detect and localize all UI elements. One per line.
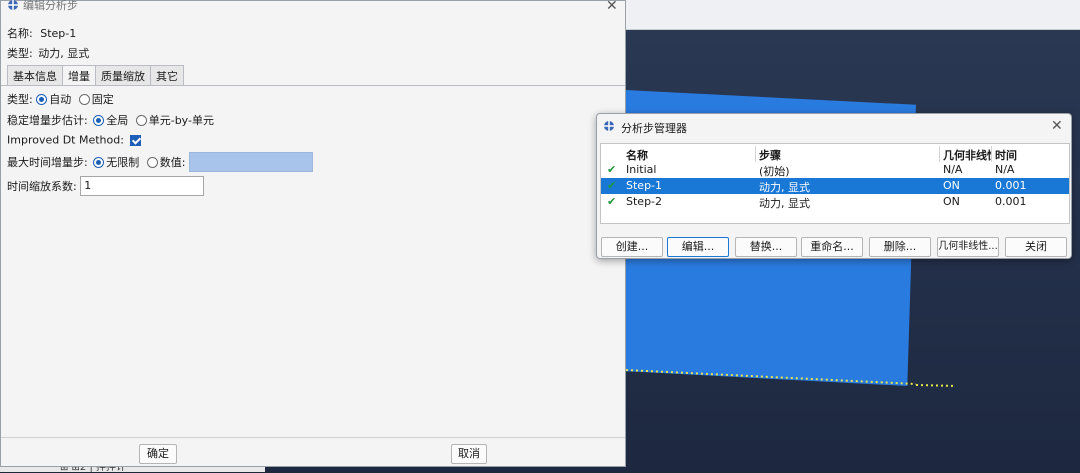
- viewport-toolbar-strip: [626, 0, 1080, 30]
- radio-fixed-label[interactable]: 固定: [92, 93, 114, 106]
- create-button[interactable]: 创建...: [601, 237, 663, 257]
- row-nlgeom: N/A: [943, 163, 963, 176]
- step-manager-dialog: 分析步管理器 ✕ 名称 步骤 几何非线性 时间 ✔ Initial (初始) N…: [596, 113, 1072, 259]
- col-procedure-header: 步骤: [759, 149, 781, 162]
- check-icon: ✔: [607, 195, 617, 208]
- row-procedure: 动力, 显式: [759, 181, 810, 194]
- edit-button[interactable]: 编辑...: [667, 237, 729, 257]
- tab-increment[interactable]: 增量: [62, 65, 96, 86]
- time-scale-input[interactable]: 1: [80, 176, 205, 196]
- edit-dialog-titlebar[interactable]: 编辑分析步 ✕: [1, 0, 625, 13]
- row-name: Step-2: [626, 195, 663, 208]
- replace-button[interactable]: 替换...: [735, 237, 797, 257]
- row-procedure: (初始): [759, 165, 790, 178]
- tab-basic[interactable]: 基本信息: [7, 65, 63, 85]
- close-icon[interactable]: ✕: [606, 0, 618, 13]
- row-procedure: 动力, 显式: [759, 197, 810, 210]
- manager-close-icon[interactable]: ✕: [1051, 119, 1063, 133]
- app-icon: [8, 0, 18, 10]
- table-row[interactable]: ✔ Initial (初始) N/A N/A: [601, 162, 1069, 178]
- radio-unlimited[interactable]: [93, 156, 105, 168]
- col-time-header: 时间: [995, 149, 1017, 162]
- check-icon: ✔: [607, 179, 617, 192]
- name-value: Step-1: [40, 26, 77, 40]
- time-scale-label: 时间缩放系数:: [7, 180, 77, 193]
- close-button[interactable]: 关闭: [1005, 237, 1067, 257]
- name-label: 名称:: [7, 27, 33, 40]
- table-row[interactable]: ✔ Step-2 动力, 显式 ON 0.001: [601, 194, 1069, 210]
- ok-button[interactable]: 确定: [139, 444, 177, 464]
- rename-button[interactable]: 重命名...: [801, 237, 863, 257]
- radio-fixed[interactable]: [78, 93, 90, 105]
- max-increment-label: 最大时间增量步:: [7, 156, 88, 169]
- table-row[interactable]: ✔ Step-1 动力, 显式 ON 0.001: [601, 178, 1069, 194]
- improved-dt-checkbox[interactable]: [130, 134, 142, 146]
- tab-other[interactable]: 其它: [150, 65, 184, 85]
- row-nlgeom: ON: [943, 195, 960, 208]
- step-type-label: 类型:: [7, 47, 33, 60]
- col-name-header: 名称: [626, 149, 648, 162]
- row-time: N/A: [995, 163, 1015, 176]
- step-table: 名称 步骤 几何非线性 时间 ✔ Initial (初始) N/A N/A ✔ …: [600, 143, 1070, 224]
- nlgeom-button[interactable]: 几何非线性...: [937, 237, 999, 257]
- table-header: 名称 步骤 几何非线性 时间: [601, 146, 1069, 162]
- edit-step-dialog: 编辑分析步 ✕ 名称: Step-1 类型: 动力, 显式 基本信息 增量 质量…: [0, 0, 626, 467]
- radio-auto-label[interactable]: 自动: [49, 93, 71, 106]
- row-nlgeom: ON: [943, 179, 960, 192]
- radio-element-label[interactable]: 单元-by-单元: [149, 114, 214, 127]
- radio-value-label[interactable]: 数值:: [160, 156, 186, 169]
- boundary-marker-dots: [626, 369, 956, 387]
- stable-estimate-label: 稳定增量步估计:: [7, 114, 88, 127]
- row-time: 0.001: [995, 179, 1027, 192]
- edit-dialog-title: 编辑分析步: [23, 0, 78, 12]
- edit-dialog-footer: 确定 取消: [1, 437, 625, 467]
- radio-unlimited-label[interactable]: 无限制: [106, 156, 139, 169]
- radio-global-label[interactable]: 全局: [106, 114, 128, 127]
- tab-divider: [1, 85, 625, 86]
- step-type-value: 动力, 显式: [38, 47, 90, 60]
- app-icon: [604, 121, 614, 131]
- radio-global[interactable]: [93, 114, 105, 126]
- improved-dt-label: Improved Dt Method:: [7, 133, 124, 147]
- row-time: 0.001: [995, 195, 1027, 208]
- row-name: Initial: [626, 163, 657, 176]
- radio-auto[interactable]: [36, 93, 48, 105]
- check-icon: ✔: [607, 163, 617, 176]
- radio-element-by-element[interactable]: [135, 114, 147, 126]
- manager-dialog-title: 分析步管理器: [621, 122, 687, 135]
- delete-button[interactable]: 删除...: [869, 237, 931, 257]
- increment-type-label: 类型:: [7, 93, 33, 106]
- row-name: Step-1: [626, 179, 663, 192]
- step-tabs: 基本信息 增量 质量缩放 其它: [7, 65, 184, 86]
- col-nlgeom-header: 几何非线性: [943, 149, 991, 162]
- radio-value[interactable]: [146, 156, 158, 168]
- tab-mass-scaling[interactable]: 质量缩放: [95, 65, 151, 85]
- cancel-button[interactable]: 取消: [451, 444, 487, 464]
- max-increment-value-input[interactable]: [188, 152, 313, 172]
